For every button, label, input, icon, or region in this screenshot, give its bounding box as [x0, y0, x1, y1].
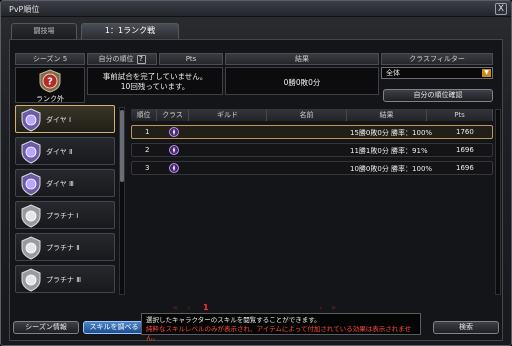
tier-item[interactable]: プラチナ Ⅲ: [15, 265, 115, 293]
my-result-box: 0勝0敗0分: [225, 67, 379, 95]
diamond-emblem-icon: [21, 140, 41, 164]
row-result: 10勝0敗0分 勝率：100%: [350, 165, 433, 173]
tier-label: ダイヤ I: [46, 116, 72, 124]
my-rank-header: 自分の順位?: [87, 53, 157, 65]
unranked-emblem-icon: ?: [39, 69, 61, 93]
tier-label: ダイヤ Ⅱ: [46, 148, 73, 156]
class-filter-header: クラスフィルター: [381, 53, 493, 65]
tier-item[interactable]: プラチナ I: [15, 201, 115, 229]
my-rank-label: 自分の順位: [98, 55, 134, 63]
col-class: クラス: [157, 109, 189, 121]
result-header: 結果: [225, 53, 379, 65]
chevron-down-icon[interactable]: ▼: [482, 69, 491, 77]
skill-tooltip: 選択したキャラクターのスキルを閲覧することができます。 純粋なスキルレベルのみが…: [141, 313, 421, 342]
tab-arena[interactable]: 闘技場: [11, 23, 77, 39]
table-row[interactable]: 3 10勝0敗0分 勝率：100% 1696: [131, 161, 493, 175]
row-rank: 3: [145, 164, 150, 172]
tab-1v1-ranked[interactable]: 1：1ランク戦: [81, 23, 179, 39]
diamond-emblem-icon: [21, 108, 41, 132]
pts-header: Pts: [159, 53, 223, 65]
diamond-emblem-icon: [21, 172, 41, 196]
tier-scroll-thumb[interactable]: [120, 110, 124, 182]
tier-label: ダイヤ Ⅲ: [46, 180, 74, 188]
svg-text:?: ?: [47, 77, 53, 88]
class-emblem-icon: [169, 145, 179, 155]
pvp-ranking-window: PvP順位 X 闘技場 1：1ランク戦 シーズン 5 自分の順位? Pts 結果…: [0, 0, 512, 346]
row-pts: 1696: [456, 164, 474, 172]
message-line-1: 事前試合を完了していません。: [102, 72, 208, 81]
tier-item[interactable]: ダイヤ I: [15, 105, 115, 133]
class-emblem-icon: [169, 127, 179, 137]
row-result: 11勝1敗0分 勝率：91%: [350, 147, 428, 155]
tooltip-line-2: 純粋なスキルレベルのみが表示され、アイテムによって付加されている効果は表示されま…: [146, 325, 412, 342]
platinum-emblem-icon: [21, 204, 41, 228]
col-guild: ギルド: [189, 109, 267, 121]
close-button[interactable]: X: [495, 3, 507, 15]
season-label: シーズン 5: [15, 53, 85, 65]
current-page[interactable]: 1: [203, 303, 209, 312]
last-page-icon[interactable]: »: [331, 303, 336, 312]
title-bar[interactable]: PvP順位 X: [1, 1, 511, 17]
col-name: 名前: [267, 109, 347, 121]
my-result-value: 0勝0敗0分: [283, 78, 321, 87]
tier-label: プラチナ Ⅲ: [46, 276, 82, 284]
tier-list: ダイヤ I ダイヤ Ⅱ ダイヤ Ⅲ プラチナ I プラチナ Ⅱ プラチナ Ⅲ: [15, 105, 123, 295]
platinum-emblem-icon: [21, 268, 41, 292]
first-page-icon[interactable]: «: [173, 303, 178, 312]
row-rank: 1: [145, 128, 150, 136]
message-line-2: 10回残っています。: [120, 82, 190, 91]
tier-label: プラチナ Ⅱ: [46, 244, 80, 252]
table-row[interactable]: 2 11勝1敗0分 勝率：91% 1696: [131, 143, 493, 157]
next-page-icon[interactable]: ›: [319, 303, 322, 312]
tier-item[interactable]: プラチナ Ⅱ: [15, 233, 115, 261]
class-emblem-icon: [169, 163, 179, 173]
tooltip-line-1: 選択したキャラクターのスキルを閲覧することができます。: [146, 316, 321, 324]
table-scrollbar[interactable]: [495, 109, 501, 295]
tier-label: プラチナ I: [46, 212, 79, 220]
help-icon[interactable]: ?: [136, 55, 146, 64]
window-title: PvP順位: [9, 5, 40, 14]
rank-badge-box: ? ランク外: [15, 67, 85, 103]
prev-page-icon[interactable]: ‹: [187, 303, 190, 312]
row-pts: 1696: [456, 146, 474, 154]
tier-item[interactable]: ダイヤ Ⅱ: [15, 137, 115, 165]
row-pts: 1760: [456, 128, 474, 136]
row-rank: 2: [145, 146, 150, 154]
view-skills-button[interactable]: スキルを調べる: [83, 321, 145, 334]
season-info-button[interactable]: シーズン情報: [13, 321, 79, 334]
class-filter-select[interactable]: 全体 ▼: [381, 67, 493, 79]
my-rank-check-button[interactable]: 自分の順位確認: [383, 89, 493, 102]
class-filter-value: 全体: [386, 69, 400, 77]
tier-scrollbar[interactable]: [119, 107, 125, 295]
table-row[interactable]: 1 15勝0敗0分 勝率：100% 1760: [131, 125, 493, 139]
col-pts: Pts: [427, 109, 493, 121]
col-rank: 順位: [131, 109, 157, 121]
row-result: 15勝0敗0分 勝率：100%: [350, 129, 433, 137]
unranked-label: ランク外: [36, 95, 64, 103]
col-result: 結果: [347, 109, 427, 121]
search-button[interactable]: 検索: [433, 321, 499, 334]
tier-item[interactable]: ダイヤ Ⅲ: [15, 169, 115, 197]
my-rank-message: 事前試合を完了していません。 10回残っています。: [87, 67, 223, 95]
platinum-emblem-icon: [21, 236, 41, 260]
